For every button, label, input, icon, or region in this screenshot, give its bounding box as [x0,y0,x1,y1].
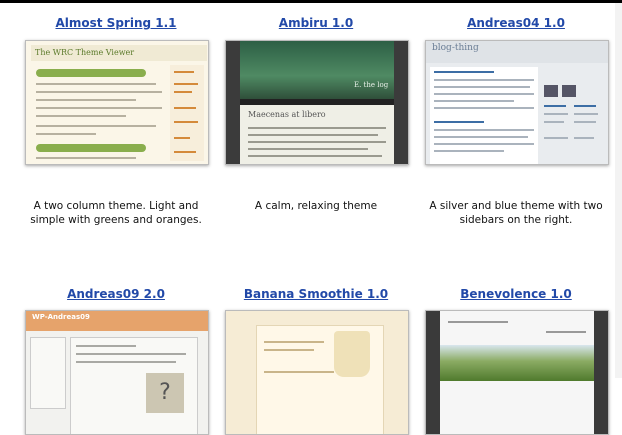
theme-thumbnail[interactable]: WP-Andreas09 ? [25,310,209,435]
thumb-post-title: Maecenas at libero [248,110,326,119]
thumb-logo: blog-thing [432,43,479,53]
theme-thumbnail[interactable]: blog-thing [425,40,609,165]
theme-description: A two column theme. Light and simple wit… [30,200,202,226]
theme-thumbnail[interactable] [425,310,609,435]
thumb-header: WP-Andreas09 [32,313,90,321]
theme-description: A silver and blue theme with two sidebar… [429,200,603,226]
theme-title-link[interactable]: Andreas04 1.0 [422,16,610,30]
theme-title-link[interactable]: Andreas09 2.0 [22,287,210,301]
thumb-header: The WRC Theme Viewer [31,45,207,61]
scroll-gutter [615,3,622,378]
theme-thumbnail[interactable]: The WRC Theme Viewer [25,40,209,165]
theme-thumbnail[interactable] [225,310,409,435]
theme-description: A calm, relaxing theme [254,200,378,212]
theme-title-link[interactable]: Banana Smoothie 1.0 [222,287,410,301]
theme-title-link[interactable]: Ambiru 1.0 [222,16,410,30]
theme-title-link[interactable]: Almost Spring 1.1 [22,16,210,30]
thumb-bar [36,69,146,77]
top-border [0,0,622,3]
theme-thumbnail[interactable]: E. the log Maecenas at libero [225,40,409,165]
theme-title-link[interactable]: Benevolence 1.0 [422,287,610,301]
